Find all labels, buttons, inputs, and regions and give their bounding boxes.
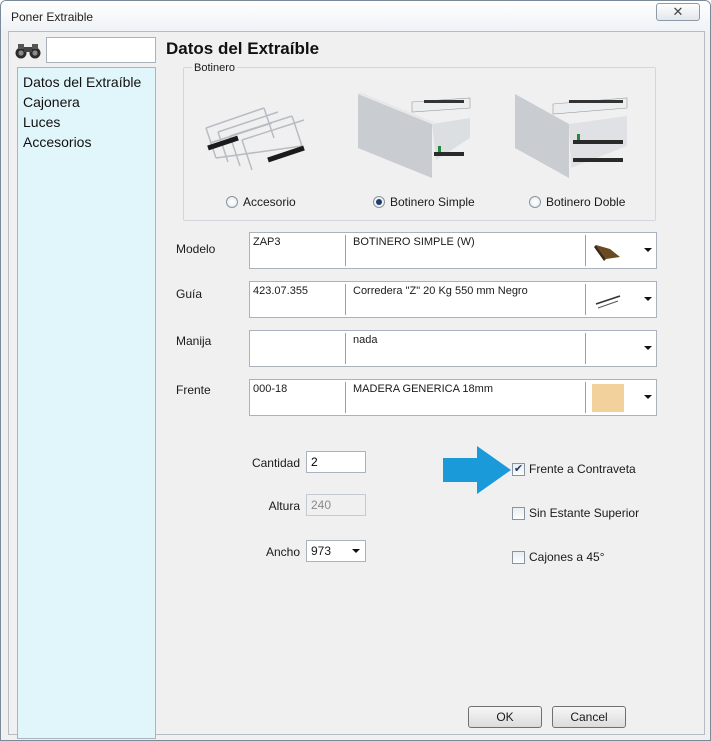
modelo-code: ZAP3 xyxy=(253,236,281,248)
column-divider xyxy=(585,382,586,413)
checkbox-label: Cajones a 45° xyxy=(529,550,605,564)
modelo-combo[interactable]: ZAP3 BOTINERO SIMPLE (W) xyxy=(249,232,657,269)
search-input[interactable] xyxy=(46,37,156,63)
window-title: Poner Extraible xyxy=(11,10,94,24)
column-divider xyxy=(585,235,586,266)
sin-estante-superior-checkbox[interactable]: Sin Estante Superior xyxy=(512,506,639,520)
check-icon: ✔ xyxy=(513,462,524,475)
column-divider xyxy=(345,284,346,315)
tree-item-datos[interactable]: Datos del Extraíble xyxy=(23,72,155,92)
checkbox-box[interactable] xyxy=(512,550,525,564)
blue-arrow-icon xyxy=(443,446,511,494)
wood-swatch-icon xyxy=(592,384,624,412)
cancel-button[interactable]: Cancel xyxy=(552,706,626,728)
title-bar: Poner Extraible ✕ xyxy=(1,1,710,31)
radio-accesorio[interactable]: Accesorio xyxy=(226,195,296,209)
radio-label: Accesorio xyxy=(243,195,296,209)
chevron-down-icon[interactable] xyxy=(352,549,360,553)
frente-combo[interactable]: 000-18 MADERA GENERICA 18mm xyxy=(249,379,657,416)
modelo-label: Modelo xyxy=(176,242,216,256)
frente-label: Frente xyxy=(176,383,211,397)
radio-botinero-simple[interactable]: Botinero Simple xyxy=(373,195,475,209)
ancho-select[interactable]: 973 xyxy=(306,540,366,562)
checkbox-box[interactable]: ✔ xyxy=(512,462,525,476)
navigation-tree: Datos del Extraíble Cajonera Luces Acces… xyxy=(17,67,156,739)
cantidad-input[interactable] xyxy=(306,451,366,473)
radio-circle[interactable] xyxy=(226,196,238,208)
botinero-doble-image[interactable] xyxy=(509,88,629,183)
dialog-window: Poner Extraible ✕ Datos del Extraíble Ca… xyxy=(0,0,711,741)
dialog-body: Datos del Extraíble Cajonera Luces Acces… xyxy=(8,31,705,739)
radio-circle[interactable] xyxy=(529,196,541,208)
chevron-down-icon[interactable] xyxy=(644,248,652,252)
guia-code: 423.07.355 xyxy=(253,285,309,297)
page-title: Datos del Extraíble xyxy=(166,39,320,58)
column-divider xyxy=(345,333,346,364)
chevron-down-icon[interactable] xyxy=(644,395,652,399)
chevron-down-icon[interactable] xyxy=(644,297,652,301)
column-divider xyxy=(585,333,586,364)
chevron-down-icon[interactable] xyxy=(644,346,652,350)
radio-circle[interactable] xyxy=(373,196,385,208)
ancho-label: Ancho xyxy=(265,545,300,559)
guia-label: Guía xyxy=(176,287,203,301)
tree-item-luces[interactable]: Luces xyxy=(23,112,155,132)
altura-input xyxy=(306,494,366,516)
column-divider xyxy=(585,284,586,315)
frente-description: MADERA GENERICA 18mm xyxy=(353,383,493,395)
radio-label: Botinero Doble xyxy=(546,195,626,209)
radio-botinero-doble[interactable]: Botinero Doble xyxy=(529,195,625,209)
botinero-group: Botinero Accesorio Botinero Simple Botin… xyxy=(183,62,656,221)
checkbox-label: Frente a Contraveta xyxy=(529,462,636,476)
close-icon: ✕ xyxy=(672,4,684,19)
tree-item-accesorios[interactable]: Accesorios xyxy=(23,132,155,152)
column-divider xyxy=(345,382,346,413)
group-legend: Botinero xyxy=(192,62,237,74)
cantidad-label: Cantidad xyxy=(251,456,300,470)
guia-description: Corredera "Z" 20 Kg 550 mm Negro xyxy=(353,285,528,297)
cajones-45-checkbox[interactable]: Cajones a 45° xyxy=(512,550,605,564)
guia-combo[interactable]: 423.07.355 Corredera "Z" 20 Kg 550 mm Ne… xyxy=(249,281,657,318)
rail-thumbnail-icon xyxy=(595,295,621,309)
altura-label: Altura xyxy=(268,499,300,513)
frente-code: 000-18 xyxy=(253,383,288,395)
checkbox-label: Sin Estante Superior xyxy=(529,506,640,520)
manija-description: nada xyxy=(353,334,378,346)
botinero-simple-image[interactable] xyxy=(352,88,472,183)
column-divider xyxy=(345,235,346,266)
binoculars-icon[interactable] xyxy=(15,42,41,60)
manija-label: Manija xyxy=(176,334,212,348)
radio-selected-dot xyxy=(376,199,382,205)
ancho-value: 973 xyxy=(311,544,332,558)
frente-contraveta-checkbox[interactable]: ✔ Frente a Contraveta xyxy=(512,462,636,476)
radio-label: Botinero Simple xyxy=(390,195,475,209)
tree-item-cajonera[interactable]: Cajonera xyxy=(23,92,155,112)
manija-combo[interactable]: nada xyxy=(249,330,657,367)
accesorio-image[interactable] xyxy=(194,88,314,183)
modelo-description: BOTINERO SIMPLE (W) xyxy=(353,236,475,248)
close-button[interactable]: ✕ xyxy=(656,3,700,21)
ok-button[interactable]: OK xyxy=(468,706,542,728)
checkbox-box[interactable] xyxy=(512,506,525,520)
shoe-rack-thumbnail-icon xyxy=(594,245,620,261)
